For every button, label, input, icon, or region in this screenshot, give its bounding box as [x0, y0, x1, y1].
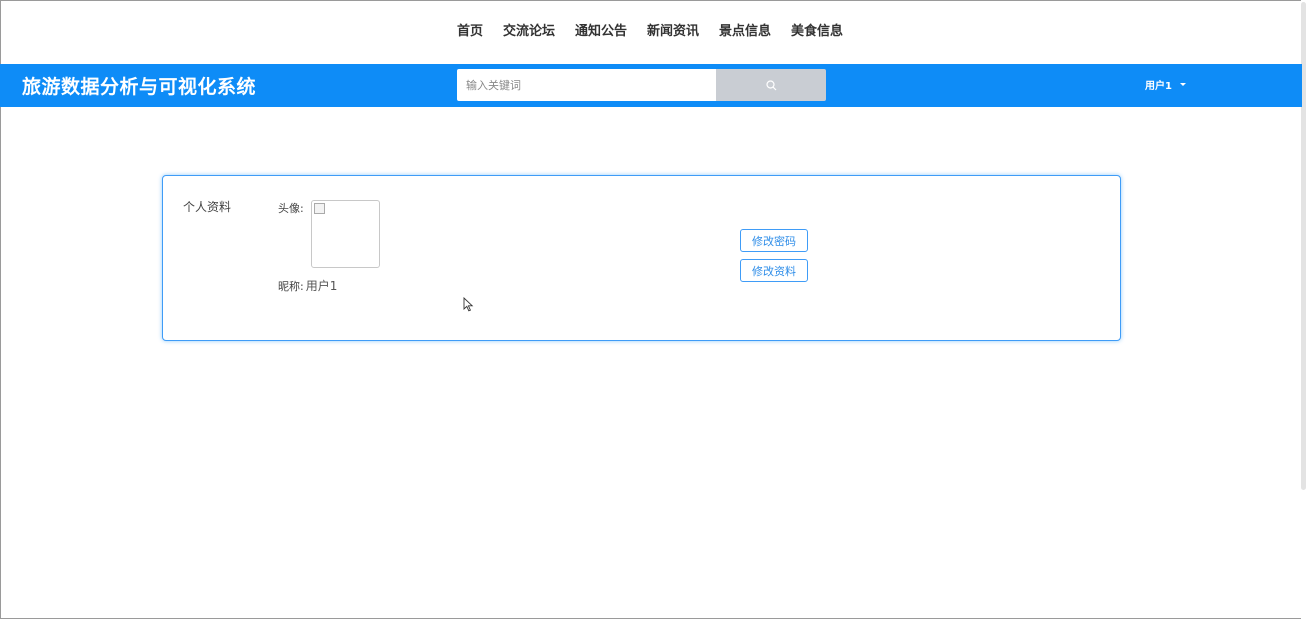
avatar[interactable] — [311, 200, 380, 268]
nav-item-news[interactable]: 新闻资讯 — [637, 0, 709, 64]
nav-item-notices[interactable]: 通知公告 — [565, 0, 637, 64]
change-password-button[interactable]: 修改密码 — [740, 229, 808, 252]
site-title: 旅游数据分析与可视化系统 — [22, 76, 257, 98]
nav-item-home[interactable]: 首页 — [447, 0, 493, 64]
search-input[interactable] — [457, 69, 716, 101]
caret-down-icon — [1179, 83, 1186, 86]
section-label: 个人资料 — [183, 200, 232, 214]
search-button[interactable] — [716, 69, 826, 101]
user-menu[interactable]: 用户1 — [1145, 77, 1186, 92]
profile-card: 个人资料 头像: 昵称: 用户1 修改密码 修改资料 — [162, 175, 1121, 341]
nav-item-attractions[interactable]: 景点信息 — [709, 0, 781, 64]
nickname-value: 用户1 — [305, 279, 338, 293]
nickname-row: 昵称: 用户1 — [278, 277, 337, 294]
avatar-label: 头像: — [278, 202, 304, 215]
mouse-cursor-icon — [463, 297, 474, 312]
user-name: 用户1 — [1145, 81, 1172, 92]
search-icon — [765, 79, 776, 90]
nickname-label: 昵称: — [278, 280, 304, 293]
edit-profile-button[interactable]: 修改资料 — [740, 259, 808, 282]
header-bar: 旅游数据分析与可视化系统 用户1 — [0, 64, 1302, 107]
nav-item-forum[interactable]: 交流论坛 — [493, 0, 565, 64]
top-navigation: 首页 交流论坛 通知公告 新闻资讯 景点信息 美食信息 — [0, 0, 1300, 64]
nav-item-food[interactable]: 美食信息 — [781, 0, 853, 64]
broken-image-icon — [314, 203, 325, 214]
